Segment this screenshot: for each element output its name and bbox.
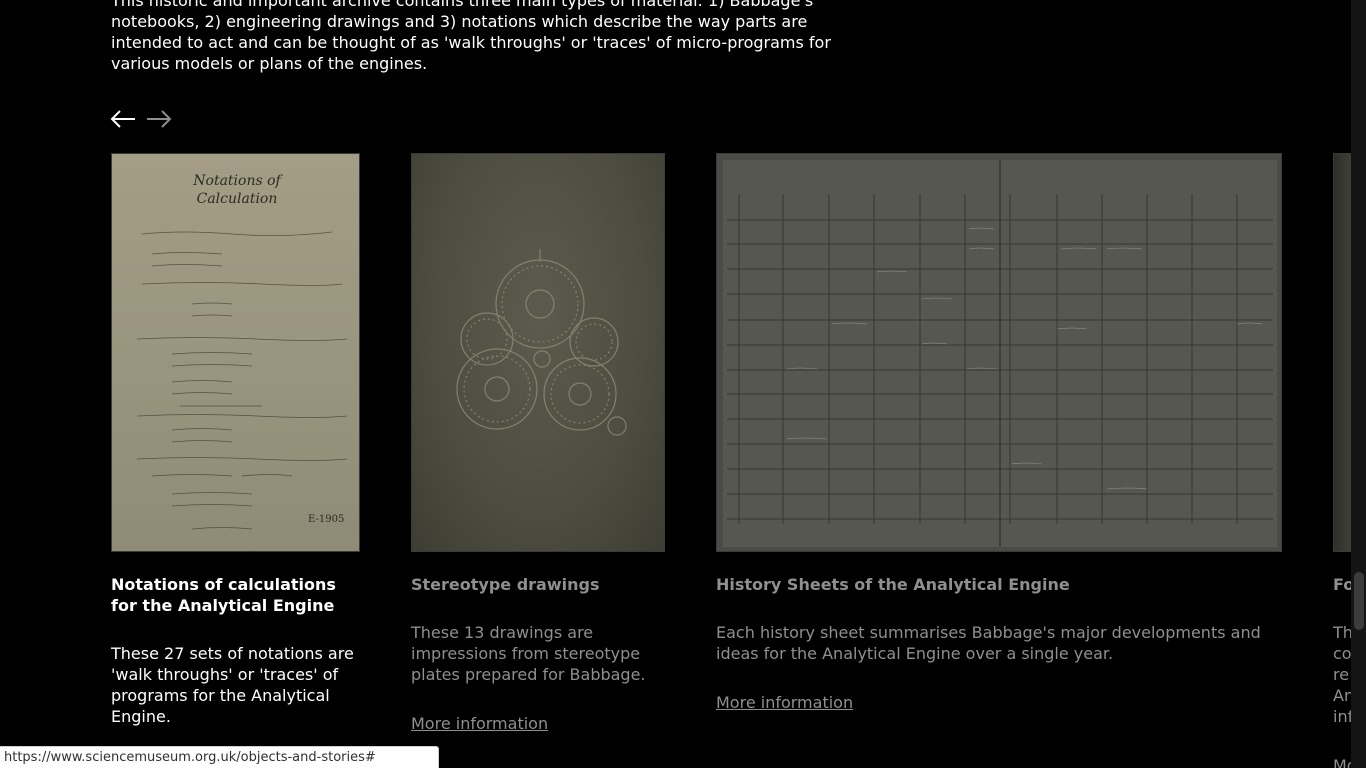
card-title[interactable]: History Sheets of the Analytical Engine xyxy=(716,574,1070,595)
arrow-left-icon xyxy=(110,110,135,128)
stereotype-drawing-image[interactable] xyxy=(411,153,665,552)
manuscript-corner-mark: E-1905 xyxy=(308,514,345,525)
carousel-controls xyxy=(110,106,172,132)
history-sheet-image[interactable] xyxy=(716,153,1282,552)
card-title[interactable]: Stereotype drawings xyxy=(411,574,599,595)
carousel-card-stereotype[interactable]: Stereotype drawings These 13 drawings ar… xyxy=(411,153,665,733)
scrollbar-thumb[interactable] xyxy=(1354,572,1364,630)
carousel-prev-button[interactable] xyxy=(110,106,136,132)
manuscript-heading: Notations of Calculation xyxy=(193,173,281,207)
more-information-link[interactable]: More information xyxy=(411,713,548,734)
card-title[interactable]: Notations of calculations for the Analyt… xyxy=(111,574,360,616)
card-description: These 27 sets of notations are 'walk thr… xyxy=(111,644,354,726)
page: This historic and important archive cont… xyxy=(0,0,1366,768)
card-description: These 13 drawings are impressions from s… xyxy=(411,623,646,684)
carousel-card-notations[interactable]: Notations of Calculation E-1905 Notation… xyxy=(111,153,360,726)
notations-manuscript-image[interactable]: Notations of Calculation E-1905 xyxy=(111,153,360,552)
card-description: Each history sheet summarises Babbage's … xyxy=(716,623,1261,663)
carousel-next-button[interactable] xyxy=(146,106,172,132)
page-scrollbar[interactable] xyxy=(1351,0,1366,768)
intro-paragraph: This historic and important archive cont… xyxy=(111,0,831,73)
carousel-card-history-sheets[interactable]: History Sheets of the Analytical Engine … xyxy=(716,153,1282,712)
more-information-link[interactable]: More information xyxy=(716,692,853,713)
browser-status-bar: https://www.sciencemuseum.org.uk/objects… xyxy=(0,746,439,768)
arrow-right-icon xyxy=(147,110,172,128)
